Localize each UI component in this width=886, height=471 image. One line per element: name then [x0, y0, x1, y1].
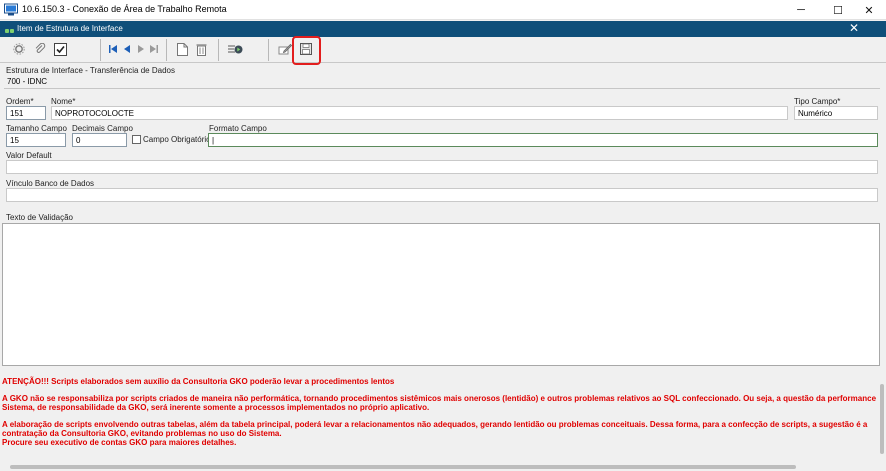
window-title: 10.6.150.3 - Conexão de Área de Trabalho… — [22, 4, 227, 14]
inner-window-title-bar: Item de Estrutura de Interface ✕ — [0, 21, 886, 37]
window-title-bar: 10.6.150.3 - Conexão de Área de Trabalho… — [0, 0, 886, 20]
save-highlight-box — [292, 36, 321, 65]
tamanho-campo-label: Tamanho Campo — [6, 124, 67, 133]
nome-input[interactable]: NOPROTOCOLOCTE — [51, 106, 788, 120]
run-query-icon[interactable] — [227, 40, 243, 58]
maximize-button[interactable]: ☐ — [821, 0, 855, 20]
last-record-icon[interactable] — [146, 40, 162, 58]
texto-validacao-label: Texto de Validação — [6, 213, 74, 222]
minimize-button[interactable]: ─ — [784, 0, 818, 20]
vinculo-banco-input[interactable] — [6, 188, 878, 202]
remote-desktop-icon — [4, 3, 18, 16]
toolbar — [0, 37, 886, 63]
edit-icon[interactable] — [277, 40, 293, 58]
formato-campo-label: Formato Campo — [209, 124, 267, 133]
warning-title: ATENÇÃO!!! Scripts elaborados sem auxíli… — [2, 377, 395, 386]
formato-campo-input[interactable]: | — [208, 133, 878, 147]
vinculo-banco-label: Vínculo Banco de Dados — [6, 179, 95, 188]
texto-validacao-textarea[interactable] — [2, 223, 880, 366]
horizontal-scrollbar-thumb[interactable] — [10, 465, 796, 469]
inner-window-title: Item de Estrutura de Interface — [17, 24, 123, 33]
campo-obrigatorio-checkbox[interactable] — [132, 135, 141, 144]
ordem-label: Ordem* — [6, 97, 34, 106]
vertical-scrollbar-thumb[interactable] — [880, 384, 884, 454]
valor-default-label: Valor Default — [6, 151, 52, 160]
decimais-campo-label: Decimais Campo — [72, 124, 133, 133]
delete-icon[interactable] — [193, 40, 209, 58]
checkbox-icon[interactable] — [52, 40, 68, 58]
tipo-campo-select[interactable]: Numérico — [794, 106, 878, 120]
campo-obrigatorio-label: Campo Obrigatório — [143, 135, 211, 144]
inner-close-button[interactable]: ✕ — [849, 21, 859, 35]
gear-icon[interactable] — [11, 40, 27, 58]
vertical-scrollbar[interactable] — [878, 370, 886, 462]
warning-paragraph-2c: Procure seu executivo de contas GKO para… — [2, 438, 237, 447]
tipo-campo-label: Tipo Campo* — [794, 97, 841, 106]
ordem-input[interactable]: 151 — [6, 106, 46, 120]
decimais-campo-input[interactable]: 0 — [72, 133, 127, 147]
estrutura-label: Estrutura de Interface - Transferência d… — [6, 66, 175, 75]
warning-paragraph-2b: contratação da Consultoria GKO, evitando… — [2, 429, 282, 438]
window-grip-icon — [5, 26, 15, 35]
warning-paragraph-1b: Sistema, de responsabilidade da GKO, ser… — [2, 403, 430, 412]
estrutura-field: 700 - IDNC — [4, 75, 880, 89]
valor-default-input[interactable] — [6, 160, 878, 174]
nome-label: Nome* — [51, 97, 76, 106]
new-document-icon[interactable] — [174, 40, 190, 58]
tamanho-campo-input[interactable]: 15 — [6, 133, 66, 147]
close-button[interactable]: ✕ — [852, 0, 886, 20]
warning-paragraph-2a: A elaboração de scripts envolvendo outra… — [2, 420, 868, 429]
paperclip-icon[interactable] — [32, 40, 48, 58]
horizontal-scrollbar[interactable] — [0, 462, 886, 471]
warning-paragraph-1a: A GKO não se responsabiliza por scripts … — [2, 394, 877, 403]
